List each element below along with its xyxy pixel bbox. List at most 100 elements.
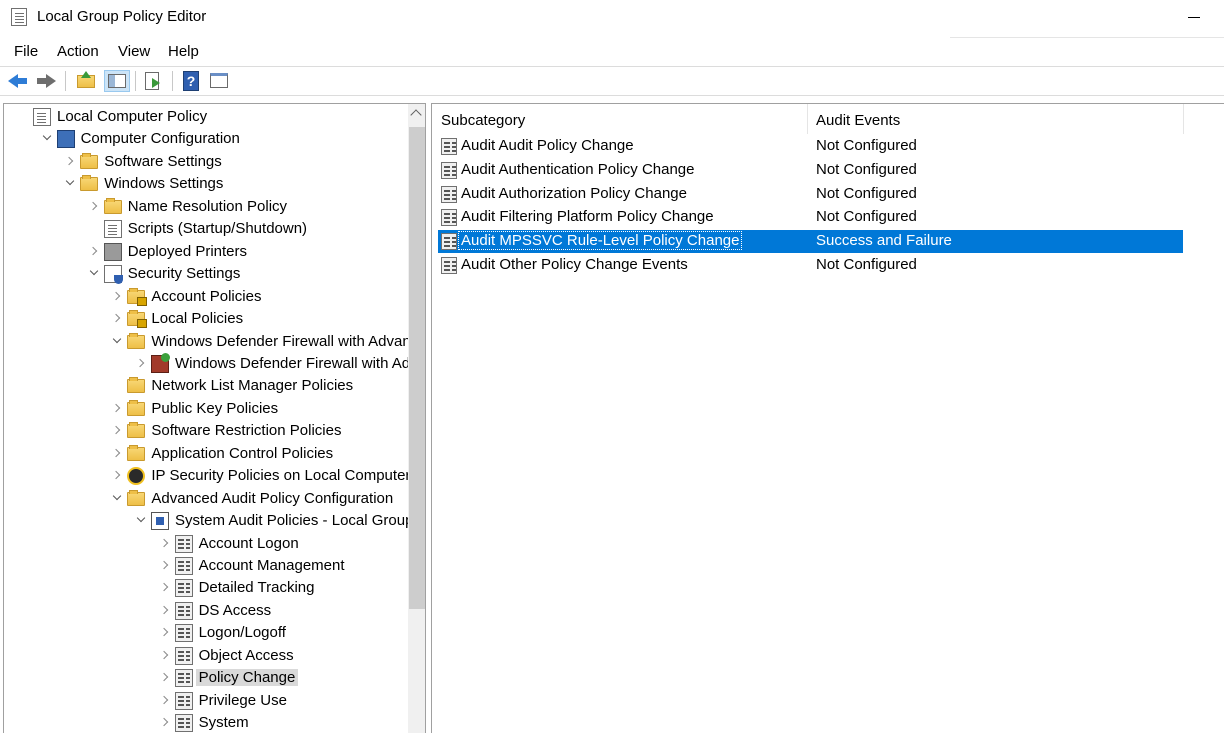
tree-item[interactable]: Privilege Use xyxy=(4,690,404,712)
column-header-audit-events[interactable]: Audit Events xyxy=(816,112,900,129)
expand-chevron-icon[interactable] xyxy=(111,401,123,415)
expand-chevron-icon[interactable] xyxy=(111,423,123,437)
tree-item[interactable]: Account Policies xyxy=(4,286,404,308)
tree-item[interactable]: Name Resolution Policy xyxy=(4,196,404,218)
show-hide-console-tree-button[interactable] xyxy=(104,70,130,92)
tree-item[interactable]: Local Computer Policy xyxy=(4,106,404,128)
tree-item[interactable]: Account Logon xyxy=(4,533,404,555)
tree-item[interactable]: Local Policies xyxy=(4,308,404,330)
tree-item-label[interactable]: Account Logon xyxy=(199,535,299,552)
tree-item-label[interactable]: DS Access xyxy=(199,602,272,619)
tree-item[interactable]: Deployed Printers xyxy=(4,241,404,263)
tree-item-label[interactable]: Windows Settings xyxy=(104,175,223,192)
list-row[interactable]: Audit Other Policy Change Events Not Conf… xyxy=(438,254,1183,277)
tree-item-label[interactable]: Account Policies xyxy=(151,288,261,305)
expand-chevron-icon[interactable] xyxy=(159,670,171,684)
tree-item-label[interactable]: Deployed Printers xyxy=(128,243,247,260)
menu-file[interactable]: File xyxy=(14,43,38,60)
tree-item[interactable]: Public Key Policies xyxy=(4,398,404,420)
list-row[interactable]: Audit Authentication Policy Change Not Co… xyxy=(438,159,1183,182)
expand-chevron-icon[interactable] xyxy=(159,715,171,729)
tree-item-label[interactable]: Object Access xyxy=(199,647,294,664)
collapse-chevron-icon[interactable] xyxy=(111,491,123,505)
tree-item-label[interactable]: Policy Change xyxy=(195,669,299,687)
tree-item[interactable]: Network List Manager Policies xyxy=(4,375,404,397)
expand-chevron-icon[interactable] xyxy=(111,289,123,303)
expand-chevron-icon[interactable] xyxy=(159,603,171,617)
expand-chevron-icon[interactable] xyxy=(159,580,171,594)
tree-item[interactable]: Computer Configuration xyxy=(4,128,404,150)
tree-item[interactable]: Windows Settings xyxy=(4,173,404,195)
tree-item-label[interactable]: Account Management xyxy=(199,557,345,574)
console-tree[interactable]: Local Computer Policy Computer Configurat… xyxy=(3,103,426,733)
tree-item[interactable]: System Audit Policies - Local Group Pol xyxy=(4,510,425,532)
column-divider[interactable] xyxy=(807,104,808,134)
tree-item[interactable]: Account Management xyxy=(4,555,404,577)
tree-item-label[interactable]: Public Key Policies xyxy=(151,400,278,417)
tree-item[interactable]: IP Security Policies on Local Computer xyxy=(4,465,410,487)
expand-chevron-icon[interactable] xyxy=(159,536,171,550)
tree-item[interactable]: System xyxy=(4,712,404,733)
expand-chevron-icon[interactable] xyxy=(64,154,76,168)
tree-item[interactable]: Security Settings xyxy=(4,263,404,285)
tree-item[interactable]: Software Settings xyxy=(4,151,404,173)
expand-chevron-icon[interactable] xyxy=(111,311,123,325)
tree-item-label[interactable]: Local Computer Policy xyxy=(57,108,207,125)
export-list-button[interactable] xyxy=(142,70,164,92)
expand-chevron-icon[interactable] xyxy=(135,356,147,370)
tree-item-label[interactable]: Network List Manager Policies xyxy=(151,377,353,394)
tree-item-label[interactable]: Local Policies xyxy=(151,310,243,327)
tree-item[interactable]: Scripts (Startup/Shutdown) xyxy=(4,218,404,240)
collapse-chevron-icon[interactable] xyxy=(88,266,100,280)
tree-item[interactable]: Windows Defender Firewall with Advanced xyxy=(4,331,425,353)
tree-item-label[interactable]: Logon/Logoff xyxy=(199,624,286,641)
expand-chevron-icon[interactable] xyxy=(159,693,171,707)
column-header-subcategory[interactable]: Subcategory xyxy=(441,112,525,129)
menu-action[interactable]: Action xyxy=(57,43,99,60)
help-button[interactable]: ? xyxy=(180,70,202,92)
list-row[interactable]: Audit MPSSVC Rule-Level Policy Change Suc… xyxy=(438,230,1183,254)
tree-item[interactable]: Logon/Logoff xyxy=(4,622,404,644)
back-button[interactable] xyxy=(7,70,29,92)
tree-item[interactable]: Windows Defender Firewall with Advar xyxy=(4,352,425,375)
tree-item[interactable]: Policy Change xyxy=(4,667,404,689)
collapse-chevron-icon[interactable] xyxy=(135,513,147,527)
tree-item[interactable]: Software Restriction Policies xyxy=(4,420,404,442)
list-row[interactable]: Audit Authorization Policy Change Not Con… xyxy=(438,183,1183,206)
expand-chevron-icon[interactable] xyxy=(88,199,100,213)
tree-item-label[interactable]: Application Control Policies xyxy=(151,445,333,462)
menu-view[interactable]: View xyxy=(118,43,150,60)
list-row[interactable]: Audit Audit Policy Change Not Configured xyxy=(438,135,1183,158)
collapse-chevron-icon[interactable] xyxy=(41,131,53,145)
expand-chevron-icon[interactable] xyxy=(88,244,100,258)
scroll-up-icon[interactable] xyxy=(410,109,422,121)
expand-chevron-icon[interactable] xyxy=(159,648,171,662)
collapse-chevron-icon[interactable] xyxy=(111,334,123,348)
tree-item[interactable]: DS Access xyxy=(4,600,404,622)
column-divider[interactable] xyxy=(1183,104,1184,134)
expand-chevron-icon[interactable] xyxy=(111,446,123,460)
forward-button[interactable] xyxy=(35,70,57,92)
collapse-chevron-icon[interactable] xyxy=(64,176,76,190)
tree-item-label[interactable]: Windows Defender Firewall with Advanced xyxy=(151,333,425,350)
tree-item[interactable]: Application Control Policies xyxy=(4,443,404,465)
show-hide-action-pane-button[interactable] xyxy=(208,70,230,92)
tree-scrollbar[interactable] xyxy=(408,104,425,733)
expand-chevron-icon[interactable] xyxy=(159,625,171,639)
minimize-button[interactable] xyxy=(1182,6,1206,30)
tree-item-label[interactable]: Software Restriction Policies xyxy=(151,422,341,439)
tree-item-label[interactable]: IP Security Policies on Local Computer xyxy=(151,467,410,484)
tree-item-label[interactable]: Computer Configuration xyxy=(81,130,240,147)
tree-item[interactable]: Object Access xyxy=(4,645,404,667)
tree-item[interactable]: Detailed Tracking xyxy=(4,577,404,599)
tree-item-label[interactable]: Detailed Tracking xyxy=(199,579,315,596)
tree-item[interactable]: Advanced Audit Policy Configuration xyxy=(4,488,404,510)
tree-item-label[interactable]: Name Resolution Policy xyxy=(128,198,287,215)
tree-item-label[interactable]: Security Settings xyxy=(128,265,241,282)
tree-item-label[interactable]: Windows Defender Firewall with Advar xyxy=(175,355,425,372)
scroll-thumb[interactable] xyxy=(409,127,425,609)
up-one-level-button[interactable] xyxy=(75,70,97,92)
tree-item-label[interactable]: System xyxy=(199,714,249,731)
tree-item-label[interactable]: Software Settings xyxy=(104,153,222,170)
expand-chevron-icon[interactable] xyxy=(111,468,123,482)
